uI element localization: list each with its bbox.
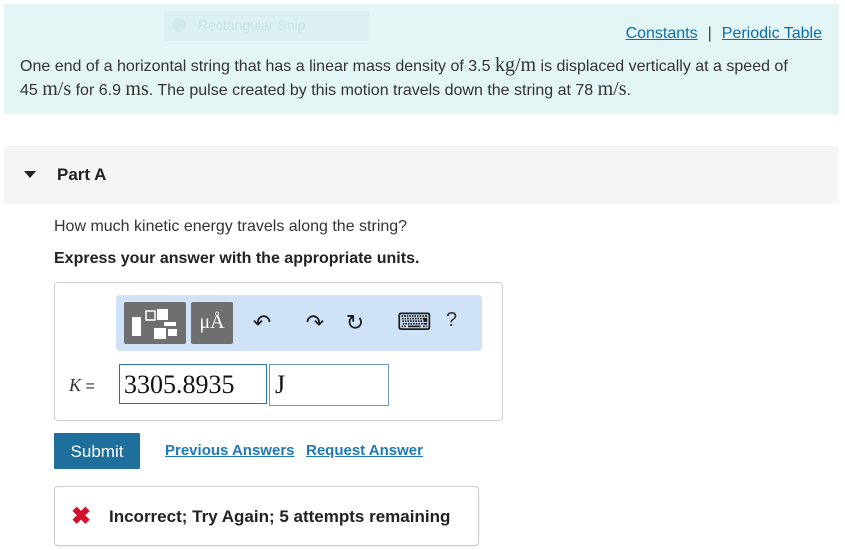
part-title: Part A — [57, 165, 107, 184]
problem-text-part: One end of a horizontal string that has … — [20, 58, 491, 75]
help-icon[interactable]: ? — [446, 309, 457, 332]
rectangular-snip-overlay: Rectangular Snip — [164, 11, 369, 41]
problem-text: One end of a horizontal string that has … — [20, 54, 820, 102]
problem-text-part: for 6.9 — [75, 82, 121, 99]
variable-k: K — [69, 375, 82, 395]
collapse-caret-icon[interactable] — [24, 171, 36, 178]
link-separator: | — [707, 25, 712, 42]
unit-kg-per-m: kg/m — [494, 54, 537, 76]
unit-m-per-s: m/s — [597, 78, 627, 100]
problem-text-part: is displaced vertically at a speed of — [540, 58, 788, 75]
units-button[interactable]: μÅ — [191, 302, 233, 344]
reset-icon[interactable]: ↻ — [342, 309, 368, 337]
redo-icon[interactable]: ↷ — [302, 309, 328, 337]
instruction-text: Express your answer with the appropriate… — [54, 250, 420, 267]
undo-icon[interactable]: ↶ — [249, 309, 275, 337]
keyboard-icon[interactable]: ⌨ — [397, 309, 432, 337]
constants-link[interactable]: Constants — [626, 25, 698, 42]
answer-variable-label: K = — [69, 375, 95, 396]
submit-button[interactable]: Submit — [54, 433, 140, 469]
math-toolbar: μÅ ↶ ↷ ↻ ⌨ ? — [116, 295, 482, 351]
feedback-message: Incorrect; Try Again; 5 attempts remaini… — [109, 507, 451, 526]
equals-sign: = — [85, 378, 95, 395]
unit-input[interactable]: J — [269, 364, 389, 406]
problem-statement-panel: Rectangular Snip Constants | Periodic Tabl… — [4, 4, 839, 114]
problem-text-part: . The pulse created by this motion trave… — [148, 82, 594, 99]
answer-box: μÅ ↶ ↷ ↻ ⌨ ? K = 3305.8935 J — [54, 282, 503, 421]
snip-icon — [172, 18, 186, 32]
templates-button[interactable] — [124, 302, 186, 344]
templates-icon — [132, 309, 177, 339]
part-a-header[interactable]: Part A — [4, 146, 839, 204]
problem-text-part: 45 — [20, 82, 38, 99]
periodic-table-link[interactable]: Periodic Table — [722, 25, 822, 42]
previous-answers-link[interactable]: Previous Answers — [165, 442, 295, 459]
question-text: How much kinetic energy travels along th… — [54, 218, 408, 235]
problem-text-part: . — [626, 82, 631, 99]
feedback-box: ✖ Incorrect; Try Again; 5 attempts remai… — [54, 486, 479, 546]
resource-links: Constants | Periodic Table — [626, 25, 822, 43]
unit-ms: ms — [125, 78, 149, 100]
request-answer-link[interactable]: Request Answer — [306, 442, 423, 459]
snip-label: Rectangular Snip — [198, 17, 306, 33]
unit-m-per-s: m/s — [42, 78, 72, 100]
value-input[interactable]: 3305.8935 — [119, 364, 267, 404]
incorrect-icon: ✖ — [71, 503, 92, 530]
